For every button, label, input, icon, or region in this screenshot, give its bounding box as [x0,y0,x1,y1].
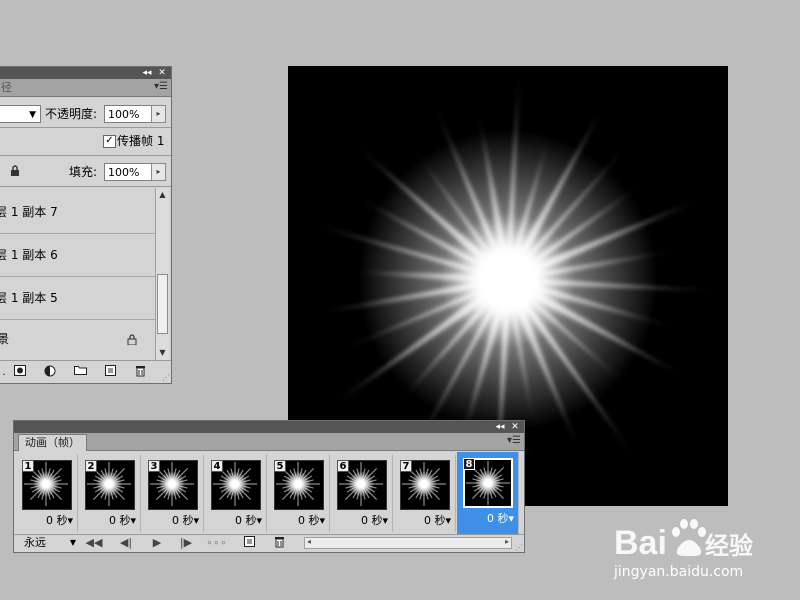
delete-frame-icon[interactable] [272,536,286,550]
opacity-label: 不透明度: [45,107,98,121]
animation-frame[interactable]: 7 0 秒▾ [394,454,456,532]
frame-number: 6 [337,460,349,472]
play-icon[interactable]: ▶ [150,536,164,550]
frame-delay[interactable]: 0 秒▾ [235,514,262,528]
fill-slider-button[interactable]: ▸ [151,163,166,181]
frame-delay[interactable]: 0 秒▾ [109,514,136,528]
animation-frame[interactable]: 1 0 秒▾ [16,454,78,532]
animation-frame[interactable]: 4 0 秒▾ [205,454,267,532]
first-frame-icon[interactable]: ◀◀ [84,536,104,550]
panel-menu-icon[interactable]: ▾☰ [506,435,522,447]
layer-name: 层 1 副本 5 [0,291,58,305]
frames-scrollbar[interactable]: ◂ ▸ [304,537,512,549]
layer-style-icon[interactable]: . [0,365,11,379]
layer-name: 背景 [0,332,10,346]
layer-row[interactable]: 层 1 副本 5 [0,278,155,320]
propagate-checkbox[interactable]: ✓ [103,135,116,148]
svg-text:Bai: Bai [614,524,667,562]
scroll-up-icon[interactable]: ▲ [156,188,169,202]
loop-select[interactable]: 永远 ▼ [24,536,76,550]
animation-frame[interactable]: 6 0 秒▾ [331,454,393,532]
previous-frame-icon[interactable]: ◀| [116,536,136,550]
duplicate-frame-icon[interactable] [242,536,256,550]
layer-row[interactable]: 层 1 副本 6 [0,235,155,277]
layer-name: 层 1 副本 7 [0,205,58,219]
layer-row[interactable]: 背景 [0,321,155,363]
close-icon[interactable]: ✕ [509,421,521,433]
opacity-slider-button[interactable]: ▸ [151,105,166,123]
fill-label: 填充: [69,165,98,179]
frame-delay[interactable]: 0 秒▾ [298,514,325,528]
animation-frame[interactable]: 8 0 秒▾ [457,452,519,534]
watermark-url: jingyan.baidu.com [614,564,744,580]
scroll-down-icon[interactable]: ▼ [156,346,169,360]
scroll-thumb[interactable] [157,274,168,334]
frame-number: 4 [211,460,223,472]
layer-row[interactable]: 层 1 副本 7 [0,192,155,234]
tween-icon[interactable]: ∘∘∘ [206,536,227,550]
collapse-icon[interactable]: ◂◂ [141,67,153,79]
animation-toolbar: 永远 ▼ ◀◀ ◀| ▶ |▶ ∘∘∘ ◂ ▸ ⋰ [14,534,524,552]
frame-delay[interactable]: 0 秒▾ [46,514,73,528]
next-frame-icon[interactable]: |▶ [176,536,196,550]
animation-frame[interactable]: 2 0 秒▾ [79,454,141,532]
layers-panel: ◂◂ ✕ 径 ▾☰ ▼ 不透明度: 100% ▸ ✓ 传播帧 1 填充: 100… [0,66,172,384]
adjustment-layer-icon[interactable] [43,365,57,379]
panel-menu-icon[interactable]: ▾☰ [153,81,169,93]
frame-number: 1 [22,460,34,472]
animation-frame[interactable]: 3 0 秒▾ [142,454,204,532]
lock-all-icon[interactable] [10,165,20,176]
collapse-icon[interactable]: ◂◂ [494,421,506,433]
fill-input[interactable]: 100% [104,163,152,181]
new-layer-icon[interactable] [103,365,117,379]
animation-frame[interactable]: 5 0 秒▾ [268,454,330,532]
frame-number: 8 [463,458,475,470]
scroll-left-icon[interactable]: ◂ [307,537,311,546]
add-mask-icon[interactable] [13,365,27,379]
layers-scrollbar[interactable]: ▲ ▼ [155,188,169,360]
propagate-label: 传播帧 1 [117,134,165,148]
close-icon[interactable]: ✕ [156,67,168,79]
new-group-icon[interactable] [73,365,87,379]
frame-delay[interactable]: 0 秒▾ [361,514,388,528]
frame-number: 7 [400,460,412,472]
svg-text:经验: 经验 [705,532,753,560]
animation-tabstrip: 动画（帧） ▾☰ [14,433,524,451]
tab-animation[interactable]: 动画（帧） [18,434,87,451]
frame-number: 5 [274,460,286,472]
tab-paths[interactable]: 径 [0,80,18,96]
frame-delay[interactable]: 0 秒▾ [424,514,451,528]
scroll-right-icon[interactable]: ▸ [505,537,509,546]
layer-name: 层 1 副本 6 [0,248,58,262]
layers-footer: . ⋰ [0,360,171,383]
trash-icon[interactable] [133,365,147,379]
frame-number: 3 [148,460,160,472]
frame-delay[interactable]: 0 秒▾ [487,512,514,526]
layers-tabstrip: 径 ▾☰ [0,79,171,97]
frame-number: 2 [85,460,97,472]
resize-grip-icon[interactable]: ⋰ [515,543,523,552]
resize-grip-icon[interactable]: ⋰ [162,373,170,382]
baidu-jingyan-watermark: Bai 经验 jingyan.baidu.com [612,512,782,586]
frame-delay[interactable]: 0 秒▾ [172,514,199,528]
blend-mode-select[interactable]: ▼ [0,105,41,123]
layer-lock-icon [127,334,137,348]
animation-panel: ◂◂ ✕ 动画（帧） ▾☰ 10 秒▾ 2 0 秒▾ 3 0 秒▾ 4 0 秒▾ 5 0 秒▾ 6… [13,420,525,553]
frame-strip: 1 0 秒▾ 2 0 秒▾ 3 0 秒▾ 4 0 秒▾ 5 0 秒▾ 6 0 秒▾ 7 0 秒▾ 8 0 秒▾ [16,452,522,538]
opacity-input[interactable]: 100% [104,105,152,123]
